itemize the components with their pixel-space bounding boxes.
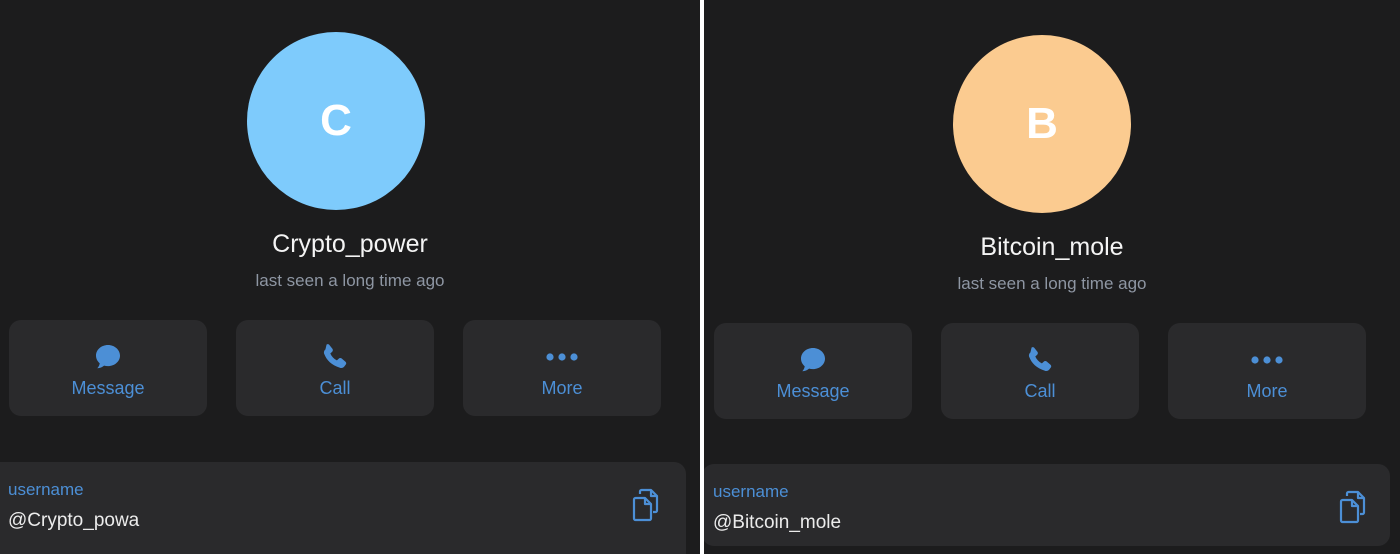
more-dots-icon (545, 342, 579, 372)
more-label: More (541, 378, 583, 398)
avatar[interactable]: B (953, 35, 1131, 213)
message-label: Message (776, 381, 850, 401)
username-label: username (8, 480, 84, 499)
more-button[interactable]: More (463, 320, 661, 416)
phone-icon (320, 342, 350, 372)
phone-icon (1025, 345, 1055, 375)
more-button[interactable]: More (1168, 323, 1366, 419)
username-card[interactable]: username @Bitcoin_mole (704, 464, 1390, 546)
call-button[interactable]: Call (236, 320, 434, 416)
call-button[interactable]: Call (941, 323, 1139, 419)
last-seen-status: last seen a long time ago (255, 271, 445, 290)
username-value[interactable]: @Crypto_powa (8, 510, 139, 532)
profile-panel-crypto-power: C Crypto_power last seen a long time ago… (0, 0, 700, 554)
avatar-initial: C (320, 96, 352, 145)
username-value[interactable]: @Bitcoin_mole (713, 512, 841, 534)
message-label: Message (71, 378, 145, 398)
username-label: username (713, 482, 789, 501)
profile-name: Crypto_power (272, 230, 428, 258)
call-label: Call (319, 378, 351, 398)
profile-name: Bitcoin_mole (980, 233, 1124, 261)
more-dots-icon (1250, 345, 1284, 375)
chat-bubble-icon (94, 342, 122, 372)
copy-icon[interactable] (1338, 490, 1368, 524)
copy-icon[interactable] (631, 488, 661, 522)
avatar[interactable]: C (247, 32, 425, 210)
message-button[interactable]: Message (9, 320, 207, 416)
username-card[interactable]: username @Crypto_powa (0, 462, 686, 554)
chat-bubble-icon (799, 345, 827, 375)
call-label: Call (1024, 381, 1056, 401)
last-seen-status: last seen a long time ago (957, 274, 1147, 293)
message-button[interactable]: Message (714, 323, 912, 419)
more-label: More (1246, 381, 1288, 401)
avatar-initial: B (1026, 99, 1058, 148)
profile-panel-bitcoin-mole: B Bitcoin_mole last seen a long time ago… (704, 3, 1400, 554)
